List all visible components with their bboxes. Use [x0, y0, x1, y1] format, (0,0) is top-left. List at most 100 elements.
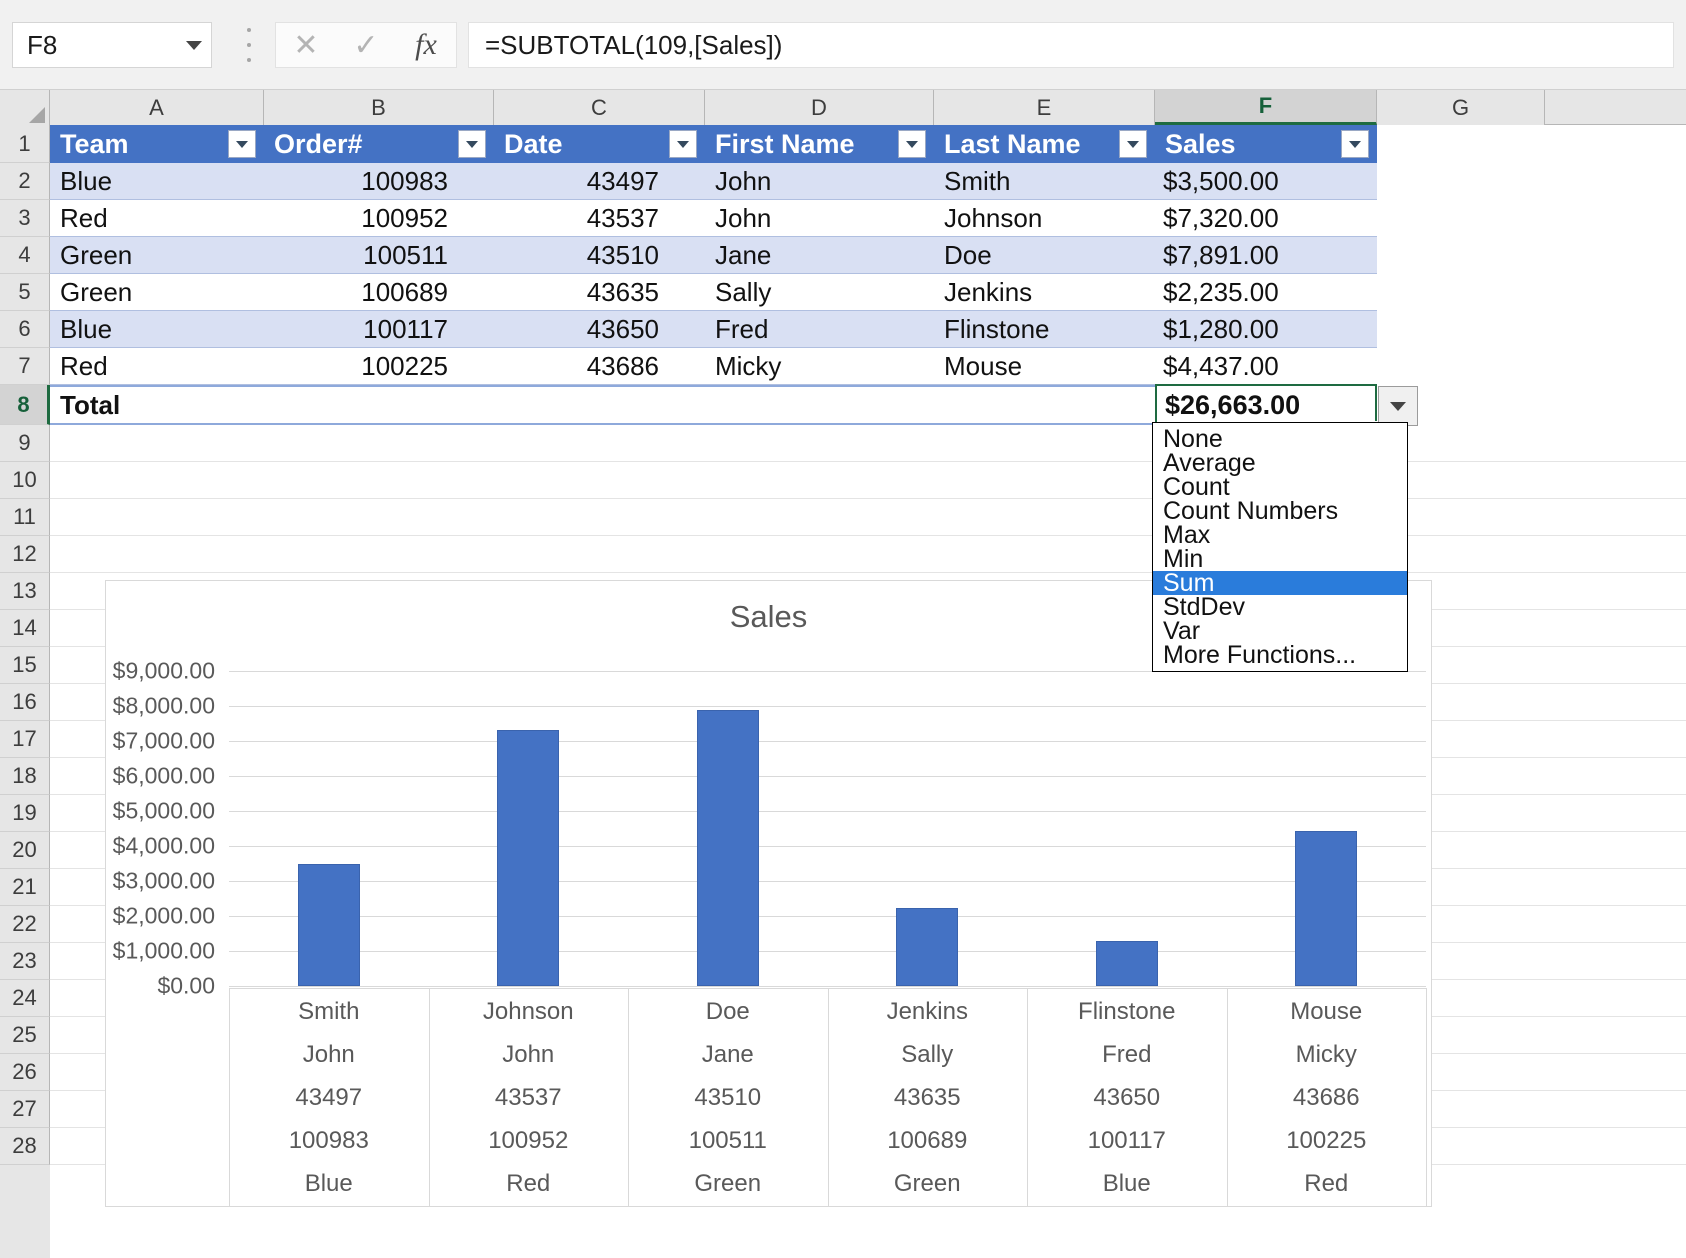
column-header-a[interactable]: A — [50, 90, 264, 125]
name-box[interactable]: F8 — [12, 22, 212, 68]
filter-dropdown-icon-last-name[interactable] — [1119, 130, 1147, 158]
cell-date[interactable]: 43497 — [494, 163, 705, 199]
row-header-23[interactable]: 23 — [0, 943, 50, 980]
cell-last-name[interactable]: Smith — [934, 163, 1155, 199]
empty-row[interactable] — [50, 425, 1686, 462]
cell-team[interactable]: Blue — [50, 163, 264, 199]
filter-dropdown-icon-team[interactable] — [228, 130, 256, 158]
chart-bar[interactable] — [1295, 830, 1358, 986]
menu-item-more-functions[interactable]: More Functions... — [1153, 641, 1407, 669]
cell-team[interactable]: Blue — [50, 311, 264, 347]
cell-date[interactable]: 43686 — [494, 348, 705, 384]
cell-first-name[interactable]: Fred — [705, 311, 934, 347]
sales-bar-chart[interactable]: Sales $0.00 $1,000.00 $2,000.00 $3,000.00 $4… — [105, 580, 1432, 1207]
cell-sales[interactable]: $3,500.00 — [1155, 163, 1377, 199]
cell-team[interactable]: Red — [50, 348, 264, 384]
empty-row[interactable] — [50, 536, 1686, 573]
row-header-9[interactable]: 9 — [0, 425, 50, 462]
cell-order[interactable]: 100117 — [264, 311, 494, 347]
row-header-24[interactable]: 24 — [0, 980, 50, 1017]
filter-dropdown-icon-first-name[interactable] — [898, 130, 926, 158]
more-options-icon[interactable] — [240, 28, 258, 62]
filter-dropdown-icon-order[interactable] — [458, 130, 486, 158]
cell-first-name[interactable]: John — [705, 163, 934, 199]
cell-sales[interactable]: $7,320.00 — [1155, 200, 1377, 236]
cell-order[interactable]: 100983 — [264, 163, 494, 199]
chart-bar[interactable] — [896, 907, 959, 986]
column-header-e[interactable]: E — [934, 90, 1155, 125]
cell-order[interactable]: 100511 — [264, 237, 494, 273]
selected-cell-f8[interactable]: $26,663.00 — [1155, 384, 1377, 426]
row-header-5[interactable]: 5 — [0, 274, 50, 311]
row-header-20[interactable]: 20 — [0, 832, 50, 869]
row-header-13[interactable]: 13 — [0, 573, 50, 610]
cell-last-name[interactable]: Johnson — [934, 200, 1155, 236]
row-header-25[interactable]: 25 — [0, 1017, 50, 1054]
total-row-function-menu[interactable]: None Average Count Count Numbers Max Min Sum St… — [1152, 422, 1408, 672]
row-header-3[interactable]: 3 — [0, 200, 50, 237]
cell-team[interactable]: Green — [50, 274, 264, 310]
cell-date[interactable]: 43635 — [494, 274, 705, 310]
chart-bar[interactable] — [1095, 941, 1158, 986]
cell-date[interactable]: 43537 — [494, 200, 705, 236]
formula-input[interactable]: =SUBTOTAL(109,[Sales]) — [468, 22, 1674, 68]
menu-item-max[interactable]: Max — [1153, 521, 1407, 549]
row-header-11[interactable]: 11 — [0, 499, 50, 536]
menu-item-count[interactable]: Count — [1153, 473, 1407, 501]
cell-first-name[interactable]: Sally — [705, 274, 934, 310]
row-header-19[interactable]: 19 — [0, 795, 50, 832]
cell-sales[interactable]: $2,235.00 — [1155, 274, 1377, 310]
cell-sales[interactable]: $1,280.00 — [1155, 311, 1377, 347]
row-header-6[interactable]: 6 — [0, 311, 50, 348]
row-header-27[interactable]: 27 — [0, 1091, 50, 1128]
cell-order[interactable]: 100225 — [264, 348, 494, 384]
row-header-26[interactable]: 26 — [0, 1054, 50, 1091]
column-header-c[interactable]: C — [494, 90, 705, 125]
cell-order[interactable]: 100689 — [264, 274, 494, 310]
menu-item-var[interactable]: Var — [1153, 617, 1407, 645]
insert-function-icon[interactable]: fx — [396, 23, 456, 67]
cell-last-name[interactable]: Flinstone — [934, 311, 1155, 347]
column-header-d[interactable]: D — [705, 90, 934, 125]
cell-first-name[interactable]: John — [705, 200, 934, 236]
row-header-28[interactable]: 28 — [0, 1128, 50, 1165]
cell-first-name[interactable]: Jane — [705, 237, 934, 273]
row-header-7[interactable]: 7 — [0, 348, 50, 385]
row-header-12[interactable]: 12 — [0, 536, 50, 573]
cell-team[interactable]: Red — [50, 200, 264, 236]
menu-item-count-numbers[interactable]: Count Numbers — [1153, 497, 1407, 525]
filter-dropdown-icon-sales[interactable] — [1341, 130, 1369, 158]
cell-sales[interactable]: $4,437.00 — [1155, 348, 1377, 384]
chart-bar[interactable] — [497, 729, 560, 986]
name-box-value[interactable]: F8 — [13, 30, 177, 61]
row-header-18[interactable]: 18 — [0, 758, 50, 795]
cell-date[interactable]: 43510 — [494, 237, 705, 273]
row-header-21[interactable]: 21 — [0, 869, 50, 906]
chart-bar[interactable] — [696, 709, 759, 986]
menu-item-average[interactable]: Average — [1153, 449, 1407, 477]
cell-team[interactable]: Green — [50, 237, 264, 273]
cell-sales[interactable]: $7,891.00 — [1155, 237, 1377, 273]
empty-row[interactable] — [50, 499, 1686, 536]
menu-item-none[interactable]: None — [1153, 425, 1407, 453]
row-header-1[interactable]: 1 — [0, 125, 50, 163]
row-header-17[interactable]: 17 — [0, 721, 50, 758]
filter-dropdown-icon-date[interactable] — [669, 130, 697, 158]
row-header-2[interactable]: 2 — [0, 163, 50, 200]
cancel-icon[interactable]: ✕ — [276, 23, 336, 67]
select-all-corner[interactable] — [0, 90, 50, 125]
menu-item-stddev[interactable]: StdDev — [1153, 593, 1407, 621]
cell-first-name[interactable]: Micky — [705, 348, 934, 384]
menu-item-min[interactable]: Min — [1153, 545, 1407, 573]
row-header-4[interactable]: 4 — [0, 237, 50, 274]
name-box-dropdown-icon[interactable] — [177, 40, 211, 50]
row-header-10[interactable]: 10 — [0, 462, 50, 499]
enter-icon[interactable]: ✓ — [336, 23, 396, 67]
cell-total-label[interactable]: Total — [50, 387, 264, 423]
total-row-dropdown-button[interactable] — [1378, 386, 1418, 426]
cell-order[interactable]: 100952 — [264, 200, 494, 236]
row-header-22[interactable]: 22 — [0, 906, 50, 943]
row-header-8[interactable]: 8 — [0, 385, 50, 425]
empty-row[interactable] — [50, 462, 1686, 499]
cell-last-name[interactable]: Doe — [934, 237, 1155, 273]
